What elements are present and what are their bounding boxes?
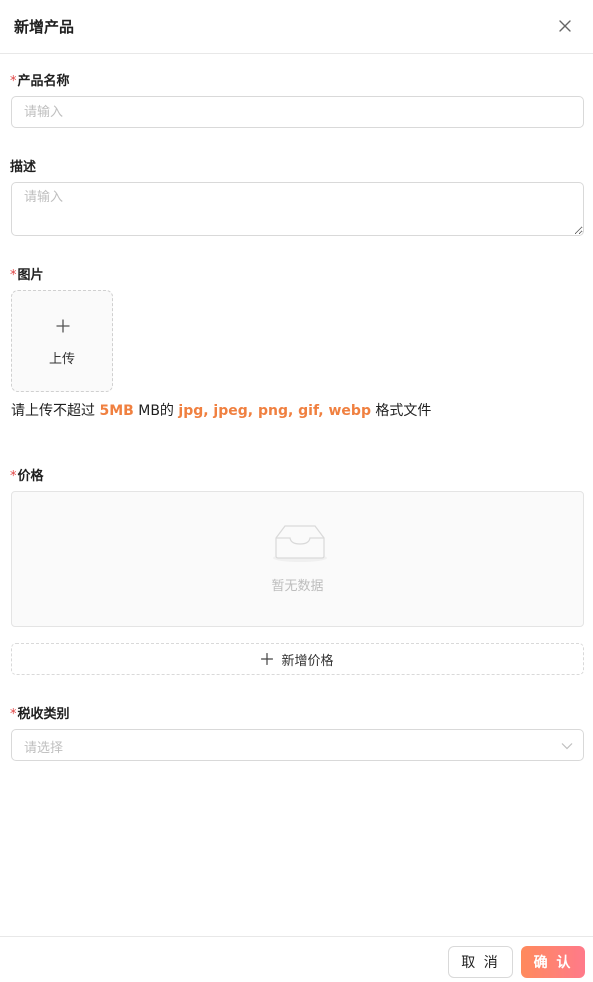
price-label-text: 价格 [17,469,44,484]
dialog-title: 新增产品 [14,18,75,36]
tax-category-select[interactable]: 请选择 [11,729,584,761]
close-icon[interactable] [555,16,575,36]
select-placeholder: 请选择 [24,741,64,756]
description-textarea[interactable] [11,182,584,236]
hint-size: 5MB [99,403,134,419]
plus-icon [261,653,274,665]
image-label: *图片 [10,264,44,283]
description-label: 描述 [10,156,36,175]
chevron-down-icon [561,743,573,750]
dialog-footer: 取 消 确 认 [0,936,593,982]
hint-suffix: 格式文件 [375,403,432,419]
plus-icon [56,319,70,333]
empty-inbox-icon [273,525,327,562]
upload-hint: 请上传不超过 5MB MB的 jpg, jpeg, png, gif, webp… [11,400,431,420]
add-price-label: 新增价格 [281,653,334,669]
description-label-text: 描述 [10,160,37,175]
product-name-label: *产品名称 [10,70,70,89]
hint-formats: jpg, jpeg, png, gif, webp [178,403,371,419]
confirm-button[interactable]: 确 认 [521,946,585,978]
price-empty-state: 暂无数据 [11,491,584,627]
image-upload-button[interactable]: 上传 [11,290,113,392]
product-name-input[interactable] [11,96,584,128]
tax-category-label-text: 税收类别 [17,707,70,722]
upload-label: 上传 [48,352,75,367]
tax-category-label: *税收类别 [10,703,70,722]
empty-text: 暂无数据 [271,579,324,594]
required-mark: * [10,74,17,89]
image-label-text: 图片 [17,268,44,283]
dialog-header: 新增产品 [0,0,593,54]
hint-unit: MB的 [138,403,174,419]
hint-prefix: 请上传不超过 [11,403,95,419]
required-mark: * [10,469,17,484]
cancel-button[interactable]: 取 消 [448,946,513,978]
required-mark: * [10,268,17,283]
required-mark: * [10,707,17,722]
add-price-button[interactable]: 新增价格 [11,643,584,675]
price-label: *价格 [10,465,44,484]
product-name-label-text: 产品名称 [17,74,70,89]
